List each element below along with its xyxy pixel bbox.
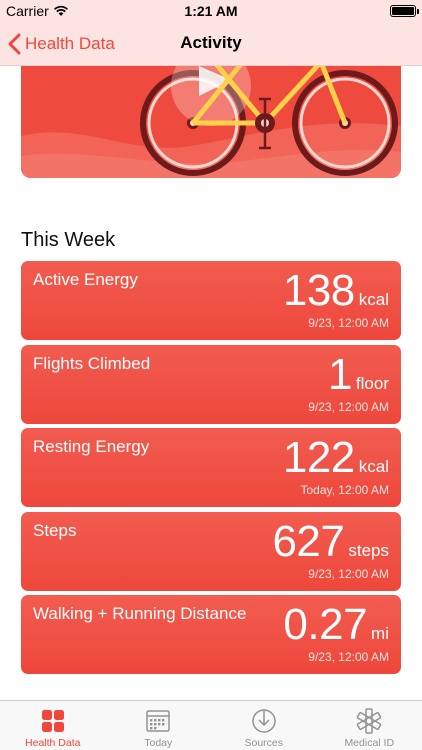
card-label: Steps — [33, 520, 77, 540]
card-steps[interactable]: Steps 627 steps 9/23, 12:00 AM — [21, 511, 401, 591]
bicycle-illustration — [21, 66, 401, 178]
card-value: 627 — [272, 516, 345, 566]
medical-star-icon — [356, 708, 382, 734]
grid-icon — [41, 710, 64, 732]
card-label: Active Energy — [33, 270, 138, 289]
card-active-energy[interactable]: Active Energy 138 kcal 9/23, 12:00 AM — [21, 261, 401, 340]
status-bar: Carrier 1:21 AM — [0, 0, 422, 22]
tab-sources[interactable]: Sources — [211, 701, 317, 750]
tab-health-data[interactable]: Health Data — [0, 701, 106, 750]
card-date: 9/23, 12:00 AM — [308, 399, 389, 414]
card-unit: kcal — [358, 457, 389, 476]
card-label: Walking + Running Distance — [33, 604, 247, 623]
tab-label: Today — [144, 737, 173, 749]
card-date: 9/23, 12:00 AM — [308, 566, 389, 581]
card-value: 122 — [282, 433, 355, 482]
card-date: Today, 12:00 AM — [300, 483, 390, 497]
tab-label: Sources — [244, 737, 284, 749]
card-value: 138 — [282, 266, 355, 315]
calendar-icon — [146, 710, 170, 732]
card-unit: floor — [355, 373, 389, 393]
card-unit: steps — [348, 540, 389, 560]
card-date: 9/23, 12:00 AM — [308, 316, 389, 330]
status-time: 1:21 AM — [184, 3, 238, 19]
card-flights-climbed[interactable]: Flights Climbed 1 floor 9/23, 12:00 AM — [21, 344, 401, 424]
card-unit: kcal — [358, 290, 389, 309]
card-value: 0.27 — [283, 600, 368, 649]
download-icon — [252, 709, 276, 733]
section-title: This Week — [21, 229, 116, 251]
card-date: 9/23, 12:00 AM — [308, 650, 389, 664]
navigation-bar: Health Data Activity — [0, 22, 422, 66]
card-unit: mi — [371, 624, 389, 643]
card-label: Flights Climbed — [33, 353, 151, 373]
tab-today[interactable]: Today — [106, 701, 212, 750]
tab-medical-id[interactable]: Medical ID — [317, 701, 422, 750]
tab-bar: Health Data Today Sources Medical ID — [0, 700, 422, 750]
metric-cards: Active Energy 138 kcal 9/23, 12:00 AM Fl… — [21, 261, 401, 679]
tab-label: Health Data — [25, 737, 81, 749]
tab-label: Medical ID — [344, 737, 395, 749]
card-walking-running-distance[interactable]: Walking + Running Distance 0.27 mi 9/23,… — [21, 595, 401, 674]
card-label: Resting Energy — [33, 437, 150, 456]
battery-icon — [390, 5, 419, 17]
card-value: 1 — [327, 349, 352, 399]
activity-banner — [21, 66, 401, 178]
page-title: Activity — [180, 33, 242, 52]
card-resting-energy[interactable]: Resting Energy 122 kcal Today, 12:00 AM — [21, 428, 401, 507]
